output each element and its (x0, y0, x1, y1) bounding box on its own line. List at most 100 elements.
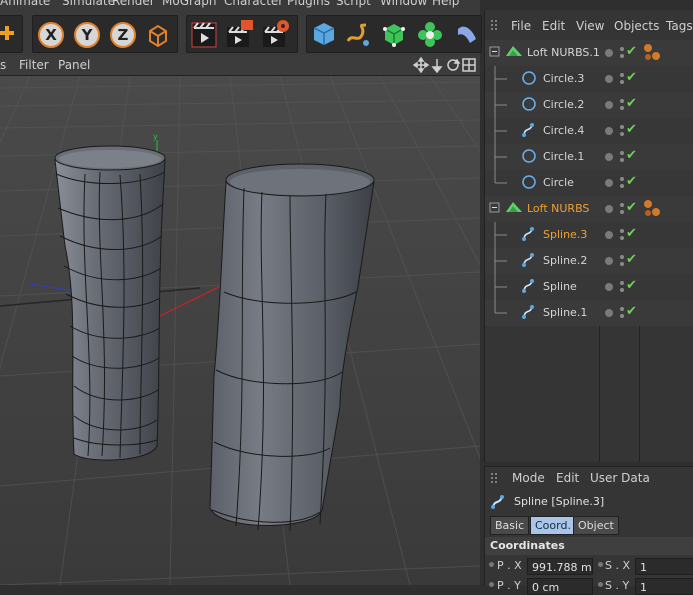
object-row[interactable]: Circle.4 ✔ (485, 118, 693, 144)
object-name[interactable]: Spline (543, 280, 577, 293)
viewport-menu-cameras[interactable]: s (0, 58, 6, 72)
object-row[interactable]: Spline.3 ✔ (485, 222, 693, 248)
render-view-button[interactable] (190, 17, 220, 51)
visibility-dot[interactable] (605, 309, 613, 317)
visibility-dot[interactable] (605, 179, 613, 187)
object-row[interactable]: Spline ✔ (485, 274, 693, 300)
add-cube-button[interactable] (309, 17, 339, 51)
menu-window[interactable]: Window (380, 0, 427, 8)
grip-icon[interactable] (489, 18, 501, 34)
tab-object[interactable]: Object (573, 516, 619, 535)
menu-help[interactable]: Help (432, 0, 459, 8)
menu-mograph[interactable]: MoGraph (162, 0, 217, 8)
material-tag-icon[interactable] (642, 198, 662, 220)
add-spline-button[interactable] (343, 17, 373, 51)
scale-x-field[interactable]: 1 (635, 558, 693, 575)
render-to-picture-viewer-button[interactable] (225, 17, 255, 51)
menu-simulate[interactable]: Simulate (62, 0, 115, 8)
om-menu-view[interactable]: View (576, 19, 604, 33)
menu-script[interactable]: Script (336, 0, 371, 8)
render-toggle-icon[interactable] (619, 124, 625, 138)
visibility-dot[interactable] (605, 205, 613, 213)
add-generator-button[interactable] (379, 17, 409, 51)
enabled-check-icon[interactable]: ✔ (626, 200, 637, 215)
menu-animate[interactable]: Animate (0, 0, 50, 8)
enabled-check-icon[interactable]: ✔ (626, 70, 637, 85)
object-row[interactable]: Spline.2 ✔ (485, 248, 693, 274)
render-toggle-icon[interactable] (619, 306, 625, 320)
menu-render[interactable]: Render (112, 0, 155, 8)
object-name[interactable]: Spline.2 (543, 254, 587, 267)
enabled-check-icon[interactable]: ✔ (626, 226, 637, 241)
add-mograph-button[interactable] (415, 17, 445, 51)
render-settings-button[interactable] (261, 17, 291, 51)
object-row[interactable]: Loft NURBS ✔ (485, 196, 693, 222)
visibility-dot[interactable] (605, 153, 613, 161)
keyframe-dot[interactable] (489, 562, 494, 567)
y-axis-button[interactable]: Y (72, 18, 102, 52)
object-name[interactable]: Circle.3 (543, 72, 584, 85)
object-row[interactable]: Circle.3 ✔ (485, 66, 693, 92)
viewport-nav-icons[interactable] (413, 57, 477, 73)
x-axis-button[interactable]: X (36, 18, 66, 52)
visibility-dot[interactable] (605, 231, 613, 239)
render-toggle-icon[interactable] (619, 72, 625, 86)
tab-coord[interactable]: Coord. (530, 516, 576, 535)
object-name[interactable]: Circle (543, 176, 574, 189)
render-toggle-icon[interactable] (619, 228, 625, 242)
render-toggle-icon[interactable] (619, 280, 625, 294)
om-menu-edit[interactable]: Edit (542, 19, 565, 33)
enabled-check-icon[interactable]: ✔ (626, 252, 637, 267)
render-toggle-icon[interactable] (619, 254, 625, 268)
enabled-check-icon[interactable]: ✔ (626, 44, 637, 59)
object-row[interactable]: Spline.1 ✔ (485, 300, 693, 326)
scale-y-field[interactable]: 1 (635, 578, 693, 595)
am-menu-mode[interactable]: Mode (512, 471, 545, 485)
menu-plugins[interactable]: Plugins (287, 0, 330, 8)
visibility-dot[interactable] (605, 75, 613, 83)
visibility-dot[interactable] (605, 49, 613, 57)
visibility-dot[interactable] (605, 257, 613, 265)
om-menu-objects[interactable]: Objects (614, 19, 659, 33)
tab-basic[interactable]: Basic (490, 516, 530, 535)
render-toggle-icon[interactable] (619, 150, 625, 164)
collapse-toggle-icon[interactable] (489, 202, 501, 214)
object-name[interactable]: Loft NURBS.1 (527, 46, 600, 59)
object-row[interactable]: Circle.2 ✔ (485, 92, 693, 118)
grip-icon[interactable] (489, 471, 501, 487)
om-menu-tags[interactable]: Tags (666, 19, 693, 33)
enabled-check-icon[interactable]: ✔ (626, 278, 637, 293)
render-toggle-icon[interactable] (619, 98, 625, 112)
render-toggle-icon[interactable] (619, 176, 625, 190)
object-row[interactable]: Circle ✔ (485, 170, 693, 196)
object-name[interactable]: Spline.3 (543, 228, 587, 241)
enabled-check-icon[interactable]: ✔ (626, 174, 637, 189)
render-toggle-icon[interactable] (619, 46, 625, 60)
object-name[interactable]: Circle.1 (543, 150, 584, 163)
visibility-dot[interactable] (605, 101, 613, 109)
viewport-menu-filter[interactable]: Filter (19, 58, 49, 72)
object-name[interactable]: Circle.2 (543, 98, 584, 111)
enabled-check-icon[interactable]: ✔ (626, 122, 637, 137)
object-name[interactable]: Loft NURBS (527, 202, 589, 215)
coordinate-system-button[interactable] (143, 18, 173, 52)
am-menu-user-data[interactable]: User Data (590, 471, 650, 485)
menu-character[interactable]: Character (224, 0, 283, 8)
z-axis-button[interactable]: Z (108, 18, 138, 52)
visibility-dot[interactable] (605, 127, 613, 135)
viewport-menu-panel[interactable]: Panel (58, 58, 90, 72)
object-name[interactable]: Circle.4 (543, 124, 584, 137)
object-row[interactable]: Circle.1 ✔ (485, 144, 693, 170)
position-y-field[interactable]: 0 cm (527, 578, 593, 595)
keyframe-dot[interactable] (598, 562, 603, 567)
add-deformer-button[interactable] (451, 17, 481, 51)
enabled-check-icon[interactable]: ✔ (626, 96, 637, 111)
am-menu-edit[interactable]: Edit (556, 471, 579, 485)
object-row[interactable]: Loft NURBS.1 ✔ (485, 40, 693, 66)
position-x-field[interactable]: 991.788 m (527, 558, 593, 575)
enabled-check-icon[interactable]: ✔ (626, 148, 637, 163)
3d-viewport[interactable]: y (0, 76, 480, 585)
om-menu-file[interactable]: File (511, 19, 531, 33)
enabled-check-icon[interactable]: ✔ (626, 304, 637, 319)
render-toggle-icon[interactable] (619, 202, 625, 216)
